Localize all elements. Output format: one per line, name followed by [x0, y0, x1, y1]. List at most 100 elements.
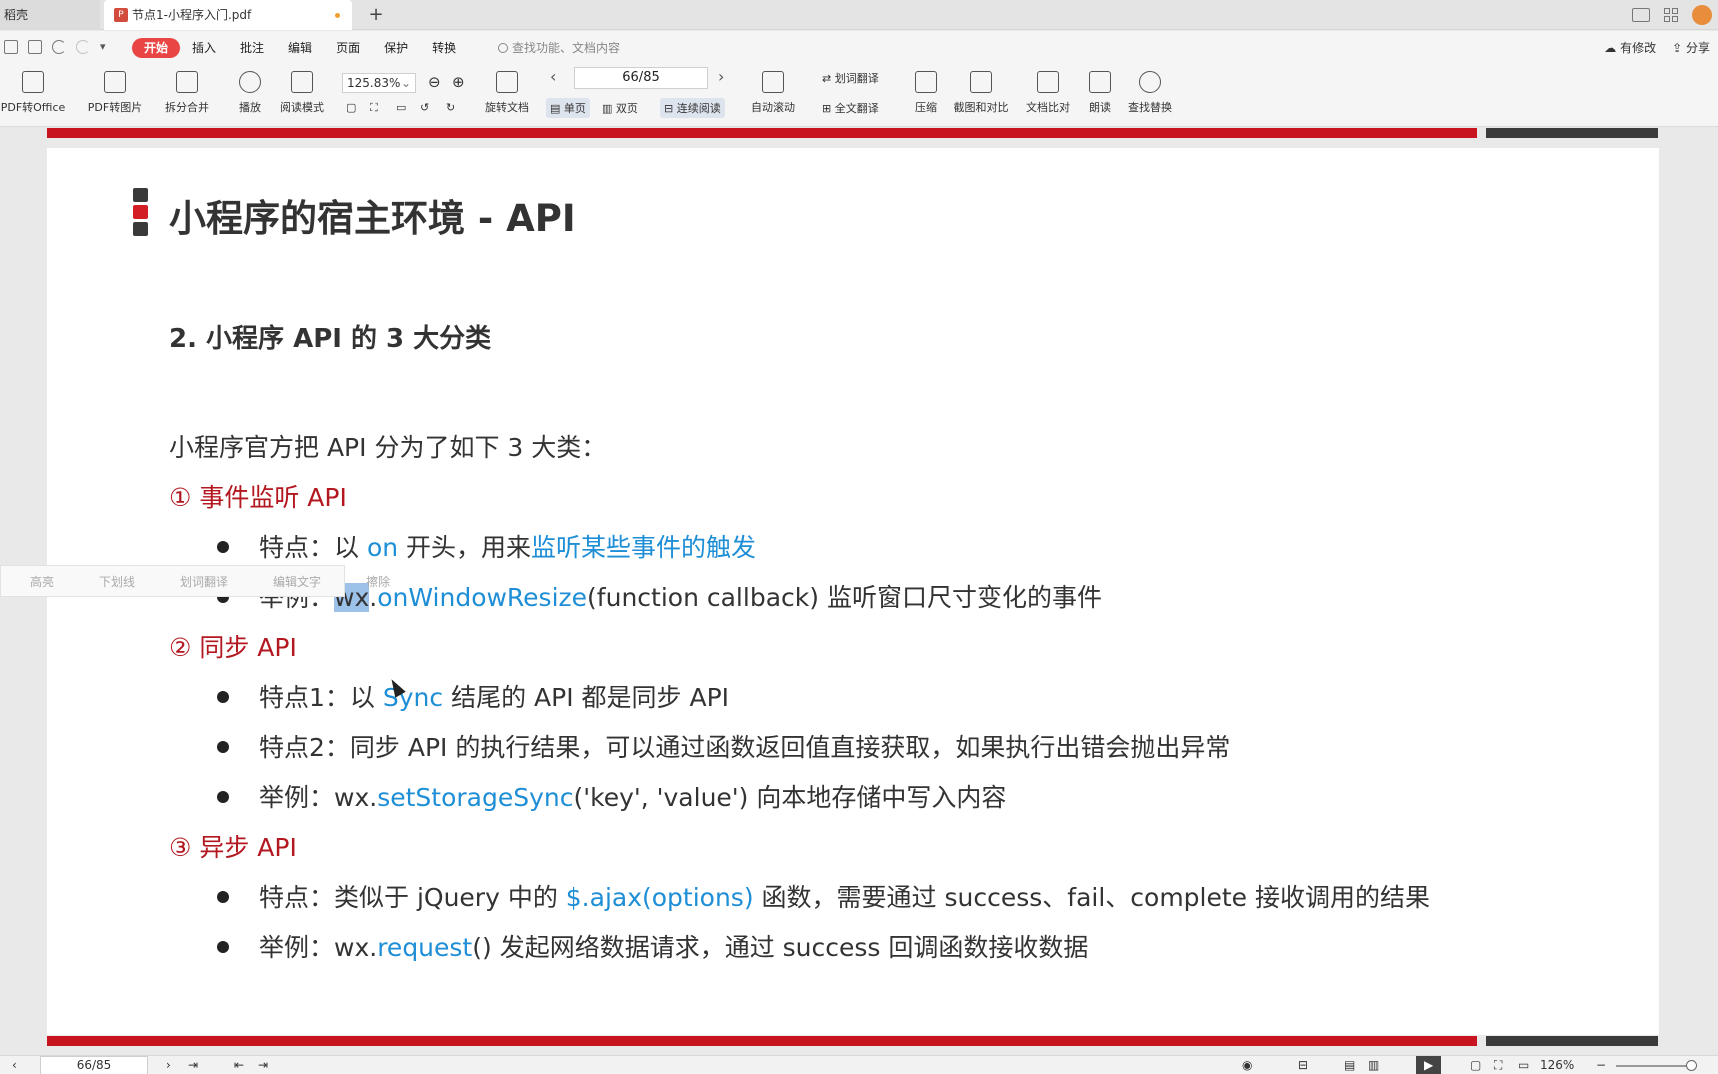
page-number-input[interactable]: 66/85 [574, 67, 708, 89]
intro-text: 小程序官方把 API 分为了如下 3 大类： [169, 433, 607, 462]
save-icon[interactable] [4, 40, 18, 54]
double-view-icon[interactable]: ▥ [1368, 1056, 1379, 1074]
edit-text-button[interactable]: 编辑文字 [244, 573, 337, 590]
share-button[interactable]: ⇪ 分享 [1672, 38, 1710, 58]
tab-daoke[interactable]: 稻壳 [0, 0, 100, 30]
chevron-down-icon: ⌄ [400, 76, 411, 90]
text: 举例：wx. [259, 933, 378, 962]
menu-convert[interactable]: 转换 [420, 38, 468, 58]
actual-size-icon[interactable]: ▢ [346, 101, 356, 114]
menu-protect[interactable]: 保护 [372, 38, 420, 58]
full-translate-button[interactable]: ⊞ 全文翻译 [822, 100, 879, 116]
text: 开头，用来 [398, 533, 532, 562]
category-sync: ② 同步 API [169, 633, 297, 662]
more-dropdown-icon[interactable]: ▾ [100, 40, 114, 54]
ribbon-toolbar: PDF转Office PDF转图片 拆分合并 播放 阅读模式 125.83% ⌄ … [0, 65, 1718, 127]
split-merge-button[interactable]: 拆分合并 [156, 71, 218, 115]
underline-button[interactable]: 下划线 [70, 573, 151, 590]
menu-insert[interactable]: 插入 [180, 38, 228, 58]
category-event-listener: ① 事件监听 API [169, 483, 347, 512]
text: 特点：类似于 jQuery 中的 [259, 883, 566, 912]
rotate-left-icon[interactable]: ↺ [420, 101, 429, 114]
prev-page-icon[interactable]: ‹ [12, 1056, 17, 1074]
tab-pdf-document[interactable]: P 节点1-小程序入门.pdf [104, 0, 352, 30]
pdf-to-office-button[interactable]: PDF转Office [0, 71, 66, 115]
zoom-in-icon[interactable]: ⊕ [452, 73, 465, 91]
redo-icon[interactable] [76, 40, 90, 54]
search-icon [498, 43, 508, 53]
read-mode-button[interactable]: 阅读模式 [276, 71, 328, 115]
back-icon[interactable]: ⇤ [234, 1056, 244, 1074]
rotate-document-icon [496, 71, 518, 93]
tab-bar: 稻壳 P 节点1-小程序入门.pdf + [0, 0, 1718, 30]
search-input[interactable]: 查找功能、文档内容 [498, 38, 620, 58]
rotate-document-label: 旋转文档 [485, 101, 529, 114]
forward-icon[interactable]: ⇥ [258, 1056, 268, 1074]
single-view-icon[interactable]: ▤ [1344, 1056, 1355, 1074]
doc-compare-button[interactable]: 文档比对 [1022, 71, 1074, 115]
print-icon[interactable] [28, 40, 42, 54]
continuous-view-icon[interactable]: ⊟ [1298, 1056, 1308, 1074]
single-page-button[interactable]: ▤ 单页 [546, 98, 590, 118]
menu-annotate[interactable]: 批注 [228, 38, 276, 58]
pdf-to-office-label: PDF转Office [0, 101, 66, 114]
menu-start[interactable]: 开始 [132, 38, 181, 58]
fit-width-icon[interactable]: ▭ [396, 101, 406, 114]
fit-page-icon[interactable]: ⛶ [370, 101, 378, 115]
continuous-read-icon: ⊟ [664, 102, 677, 115]
bullet-icon [217, 791, 229, 803]
word-translate-button[interactable]: ⇄ 划词翻译 [822, 70, 879, 86]
split-merge-icon [176, 71, 198, 93]
rotate-right-icon[interactable]: ↻ [446, 101, 455, 114]
selection-toolbar: 高亮 下划线 划词翻译 编辑文字 擦除 [0, 565, 390, 597]
modified-label: 有修改 [1620, 41, 1657, 55]
cloud-icon: ☁ [1604, 41, 1621, 55]
menu-edit[interactable]: 编辑 [276, 38, 324, 58]
status-page-input[interactable]: 66/85 [40, 1056, 148, 1074]
continuous-read-button[interactable]: ⊟ 连续阅读 [660, 98, 725, 118]
rotate-document-button[interactable]: 旋转文档 [480, 71, 534, 115]
double-page-button[interactable]: ▥ 双页 [602, 100, 638, 116]
layout-icon[interactable] [1632, 8, 1650, 22]
status-zoom-select[interactable]: 126% [1540, 1056, 1574, 1074]
eye-icon[interactable]: ◉ [1242, 1056, 1252, 1074]
status-bar: ‹ 66/85 › ⇥ ⇤ ⇥ ◉ ⊟ ▤ ▥ ▶ ▢ ⛶ ▭ 126% − [0, 1055, 1718, 1074]
zoom-out-icon[interactable]: − [1596, 1056, 1606, 1074]
actual-size-icon[interactable]: ▢ [1470, 1056, 1481, 1074]
fit-width-icon[interactable]: ▭ [1518, 1056, 1529, 1074]
play-icon[interactable]: ▶ [1416, 1056, 1442, 1074]
list-item: 举例：wx.request() 发起网络数据请求，通过 success 回调函数… [217, 928, 1088, 964]
double-page-icon: ▥ [602, 102, 616, 115]
screenshot-compare-button[interactable]: 截图和对比 [950, 71, 1012, 115]
apps-grid-icon[interactable] [1664, 8, 1678, 22]
read-aloud-button[interactable]: 朗读 [1084, 71, 1116, 115]
pdf-file-icon: P [114, 8, 128, 22]
play-icon [239, 71, 261, 93]
highlight-button[interactable]: 高亮 [1, 573, 70, 590]
erase-button[interactable]: 擦除 [337, 573, 406, 590]
last-page-icon[interactable]: ⇥ [188, 1056, 198, 1074]
new-tab-button[interactable]: + [362, 0, 390, 30]
avatar[interactable] [1692, 5, 1712, 25]
continuous-read-label: 连续阅读 [676, 102, 721, 115]
compress-button[interactable]: 压缩 [910, 71, 942, 115]
full-translate-icon: ⊞ [822, 102, 835, 115]
find-replace-button[interactable]: 查找替换 [1124, 71, 1176, 115]
pdf-to-image-button[interactable]: PDF转图片 [82, 71, 148, 115]
modified-status[interactable]: ☁ 有修改 [1604, 38, 1656, 58]
zoom-slider[interactable] [1616, 1065, 1692, 1067]
next-page-icon[interactable]: › [718, 67, 724, 86]
play-button[interactable]: 播放 [234, 71, 266, 115]
auto-scroll-button[interactable]: 自动滚动 [744, 71, 802, 115]
next-page-icon[interactable]: › [166, 1056, 171, 1074]
zoom-select[interactable]: 125.83% ⌄ [342, 73, 416, 93]
undo-icon[interactable] [52, 40, 66, 54]
image-icon [104, 71, 126, 93]
translate-button[interactable]: 划词翻译 [151, 573, 244, 590]
zoom-out-icon[interactable]: ⊖ [428, 73, 441, 91]
fit-page-icon[interactable]: ⛶ [1494, 1056, 1502, 1074]
zoom-slider-handle[interactable] [1686, 1060, 1697, 1071]
prev-page-icon[interactable]: ‹ [550, 67, 556, 86]
quick-access: ▾ [4, 40, 114, 54]
menu-page[interactable]: 页面 [324, 38, 372, 58]
